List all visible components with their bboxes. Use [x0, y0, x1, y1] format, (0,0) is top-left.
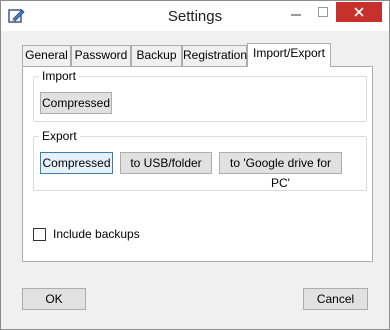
maximize-icon [317, 7, 328, 17]
import-group: Import Compressed [33, 69, 367, 122]
minimize-icon [290, 14, 301, 16]
settings-window: Settings General Password Backup Registr… [0, 0, 390, 330]
include-backups-label: Include backups [53, 227, 140, 241]
export-usb-button[interactable]: to USB/folder [120, 152, 212, 174]
title-bar: Settings [1, 1, 389, 31]
tab-registration[interactable]: Registration [182, 45, 247, 66]
import-group-label: Import [39, 69, 80, 83]
export-group: Export Compressed to USB/folder to 'Goog… [33, 129, 367, 191]
export-group-label: Export [39, 129, 80, 143]
close-button[interactable] [336, 2, 382, 22]
cancel-button[interactable]: Cancel [303, 288, 368, 310]
minimize-button[interactable] [282, 2, 309, 22]
export-gdrive-button[interactable]: to 'Google drive for PC' [219, 152, 342, 190]
ok-button[interactable]: OK [22, 288, 86, 310]
include-backups-checkbox[interactable] [33, 228, 46, 241]
import-compressed-button[interactable]: Compressed [40, 92, 112, 114]
tab-backup[interactable]: Backup [131, 45, 182, 66]
maximize-button[interactable] [309, 2, 336, 22]
import-export-panel: Import Compressed Export Compressed to U… [22, 66, 373, 262]
tab-import-export[interactable]: Import/Export [247, 43, 331, 67]
dialog-client-area: General Password Backup Registration Imp… [9, 32, 381, 322]
export-compressed-button[interactable]: Compressed [40, 152, 113, 174]
tab-password[interactable]: Password [71, 45, 131, 66]
close-icon [354, 7, 364, 17]
tab-general[interactable]: General [22, 45, 71, 66]
